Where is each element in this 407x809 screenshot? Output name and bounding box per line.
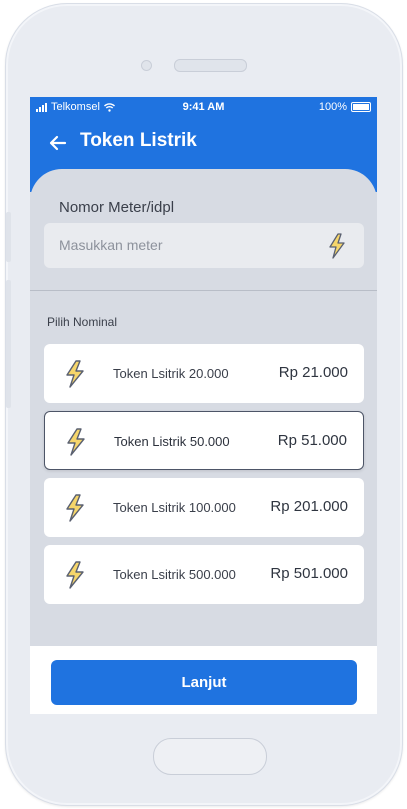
nominal-label: Pilih Nominal	[47, 315, 118, 329]
volume-button	[6, 212, 11, 262]
option-price: Rp 51.000	[277, 432, 347, 449]
battery-icon	[351, 102, 371, 112]
option-name: Token Lsitrik 100.000	[113, 500, 236, 515]
option-price: Rp 201.000	[270, 498, 348, 515]
earpiece-speaker	[174, 59, 247, 72]
option-name: Token Lsitrik 500.000	[113, 567, 236, 582]
nominal-option-500000[interactable]: Token Lsitrik 500.000 Rp 501.000	[44, 545, 364, 604]
nominal-option-20000[interactable]: Token Lsitrik 20.000 Rp 21.000	[44, 344, 364, 403]
arrow-left-icon[interactable]	[48, 133, 68, 153]
status-right: 100%	[319, 101, 371, 113]
meter-placeholder: Masukkan meter	[59, 237, 163, 253]
footer-bar: Lanjut	[30, 646, 377, 714]
lightning-icon	[66, 494, 84, 522]
home-button[interactable]	[153, 738, 267, 775]
front-camera	[141, 60, 152, 71]
lightning-icon	[66, 561, 84, 589]
meter-input[interactable]: Masukkan meter	[44, 223, 364, 268]
stage: Telkomsel 9:41 AM 100% Token Listrik Nom…	[0, 0, 407, 809]
divider	[30, 290, 377, 291]
nominal-option-100000[interactable]: Token Lsitrik 100.000 Rp 201.000	[44, 478, 364, 537]
next-button[interactable]: Lanjut	[51, 660, 357, 705]
meter-label: Nomor Meter/idpl	[59, 199, 175, 216]
battery-percent: 100%	[318, 101, 347, 113]
page-title: Token Listrik	[80, 130, 197, 151]
option-price: Rp 21.000	[278, 364, 348, 381]
lightning-icon	[329, 233, 345, 259]
side-button	[6, 280, 11, 408]
nominal-option-50000[interactable]: Token Listrik 50.000 Rp 51.000	[44, 411, 364, 470]
option-name: Token Lsitrik 20.000	[113, 366, 229, 381]
main-content: Nomor Meter/idpl Masukkan meter Pilih No…	[30, 169, 377, 714]
option-name: Token Listrik 50.000	[114, 434, 230, 449]
option-price: Rp 501.000	[270, 565, 348, 582]
lightning-icon	[67, 428, 85, 456]
status-bar: Telkomsel 9:41 AM 100%	[30, 97, 377, 117]
lightning-icon	[66, 360, 84, 388]
phone-screen: Telkomsel 9:41 AM 100% Token Listrik Nom…	[30, 97, 377, 714]
